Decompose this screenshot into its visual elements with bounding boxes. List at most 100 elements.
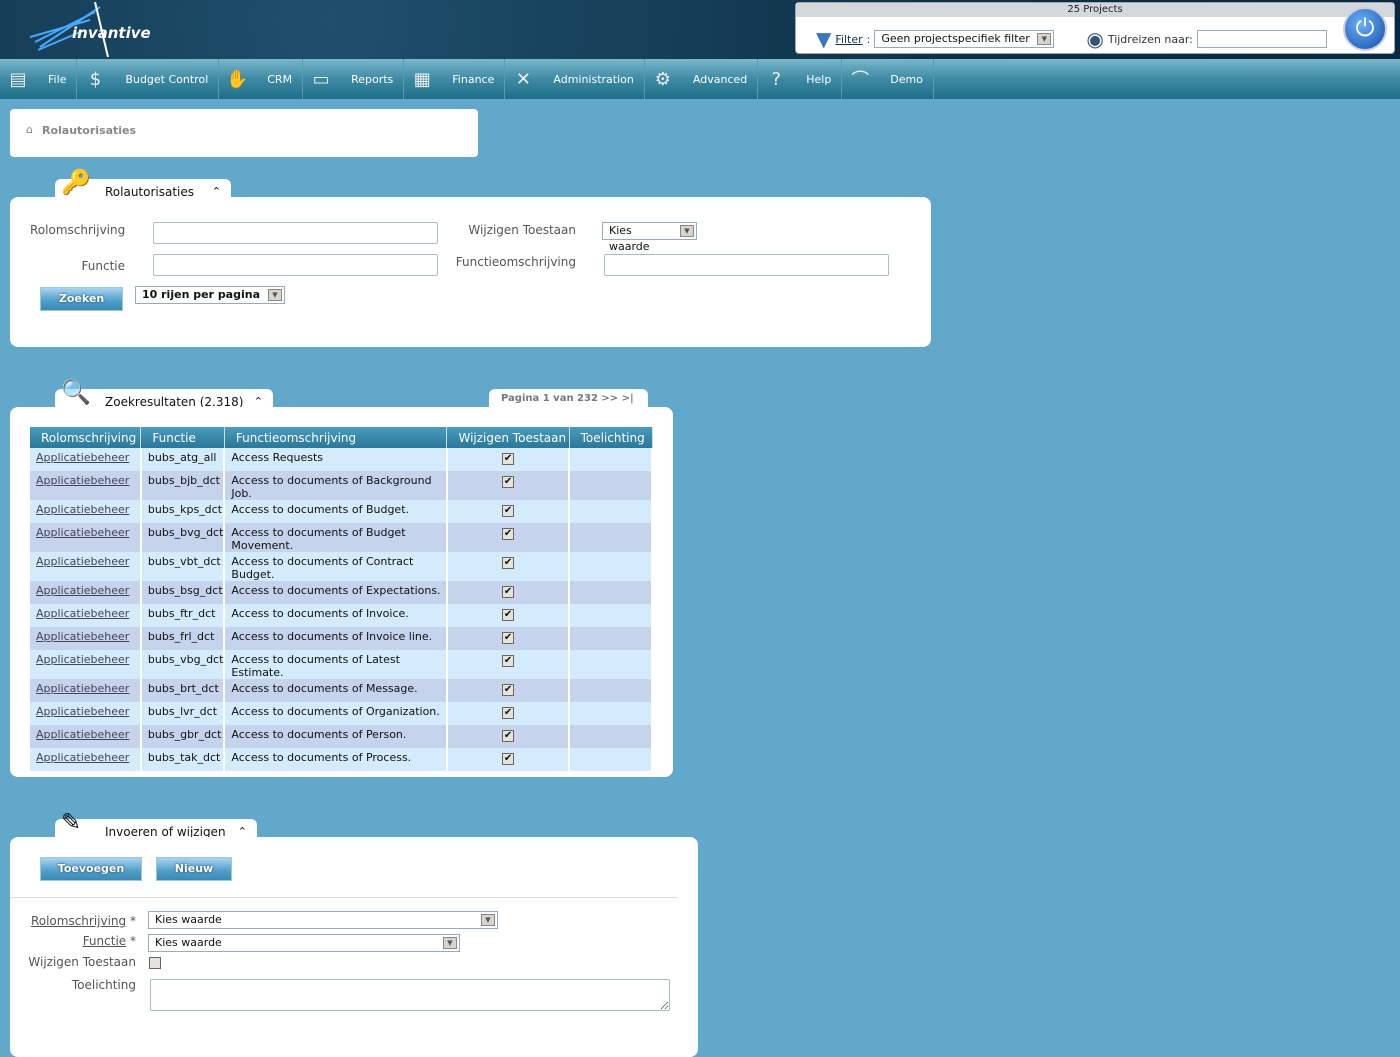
menu-help[interactable]: ? Help	[758, 59, 843, 99]
cell: ✔	[446, 471, 571, 500]
filter-select[interactable]: Geen projectspecifiek filter ▼	[874, 30, 1055, 48]
timetravel-input[interactable]	[1196, 30, 1327, 48]
zoeken-button[interactable]: Zoeken	[40, 287, 123, 311]
column-header[interactable]: Toelichting	[569, 427, 653, 448]
wijzigen-checkbox[interactable]: ✔	[502, 453, 515, 465]
rol-link[interactable]: Applicatiebeheer	[36, 682, 129, 695]
magnifier-icon: 🔍	[61, 378, 91, 406]
functie-link[interactable]: Functie	[83, 934, 126, 948]
cell	[569, 581, 653, 604]
menu-crm[interactable]: ✋ CRM	[219, 59, 304, 99]
filter-link[interactable]: Filter	[835, 33, 862, 46]
wijzigen-checkbox[interactable]: ✔	[502, 505, 515, 517]
rol-link[interactable]: Applicatiebeheer	[36, 728, 129, 741]
home-icon[interactable]: ⌂	[26, 123, 33, 136]
cell: Access to documents of Person.	[224, 725, 448, 748]
cell: Access to documents of Latest Estimate.	[224, 650, 448, 679]
rol-link[interactable]: Applicatiebeheer	[36, 630, 129, 643]
table-row: Applicatiebeheer bubs_ftr_dct Access to do…	[30, 604, 653, 627]
wijzigen-checkbox[interactable]: ✔	[502, 557, 515, 569]
cell: ✔	[446, 552, 571, 581]
invantive-logo: invantive	[29, 1, 151, 58]
table-row: Applicatiebeheer bubs_brt_dct Access to do…	[30, 679, 653, 702]
wijzigen-checkbox[interactable]: ✔	[502, 655, 515, 667]
cell: Applicatiebeheer	[30, 448, 142, 471]
cell	[569, 702, 653, 725]
rol-link[interactable]: Applicatiebeheer	[36, 526, 129, 539]
wijzigen-select[interactable]: Kies waarde ▼	[602, 222, 697, 253]
cell: Applicatiebeheer	[30, 650, 142, 679]
rol-link[interactable]: Applicatiebeheer	[36, 451, 129, 464]
functieomschrijving-input[interactable]	[604, 254, 889, 276]
handshake-icon: ✋	[226, 68, 249, 90]
timetravel-label: Tijdreizen naar:	[1107, 32, 1193, 46]
wijzigen-checkbox[interactable]: ✔	[502, 730, 515, 742]
functie-select[interactable]: Kies waarde ▼	[148, 934, 460, 952]
menu-reports[interactable]: ▭ Reports	[303, 59, 405, 99]
table-row: Applicatiebeheer bubs_lvr_dct Access to do…	[30, 702, 653, 725]
rol-link[interactable]: Applicatiebeheer	[36, 653, 129, 666]
cell: ✔	[446, 748, 571, 771]
rows-per-page-select[interactable]: 10 rijen per pagina ▼	[135, 286, 285, 304]
wijzigen-checkbox[interactable]: ✔	[502, 632, 515, 644]
rol-link[interactable]: Applicatiebeheer	[36, 555, 129, 568]
breadcrumb: ⌂ Rolautorisaties	[10, 109, 478, 157]
toevoegen-button[interactable]: Toevoegen	[40, 857, 142, 881]
calculator-icon: ▦	[413, 68, 431, 90]
wijzigen-checkbox[interactable]: ✔	[502, 586, 515, 598]
nieuw-button[interactable]: Nieuw	[156, 857, 232, 881]
cell	[569, 471, 653, 500]
menu-file[interactable]: ▤ File	[0, 59, 78, 99]
wijzigen-checkbox[interactable]: ✔	[502, 753, 515, 765]
demo-logo-icon: ⌒	[851, 70, 870, 91]
column-header[interactable]: Wijzigen Toestaan	[446, 427, 570, 448]
cell: bubs_ftr_dct	[140, 604, 226, 627]
toelichting-textarea[interactable]	[150, 979, 670, 1011]
rol-link[interactable]: Applicatiebeheer	[36, 751, 129, 764]
column-header[interactable]: Functieomschrijving	[224, 427, 448, 448]
cell: bubs_atg_all	[140, 448, 226, 471]
rolomschrijving-select[interactable]: Kies waarde ▼	[148, 911, 498, 929]
header-banner: invantive 25 Projects ▼ Filter: Geen pro…	[0, 0, 1400, 59]
help-icon: ?	[771, 68, 781, 90]
cell: Access to documents of Budget Movement.	[224, 523, 448, 552]
table-row: Applicatiebeheer bubs_kps_dct Access to do…	[30, 500, 653, 523]
cell: ✔	[446, 650, 571, 679]
rol-link[interactable]: Applicatiebeheer	[36, 584, 129, 597]
chevron-down-icon: ▼	[1037, 33, 1052, 45]
functie-input[interactable]	[153, 254, 438, 276]
column-header[interactable]: Rolomschrijving	[30, 427, 142, 448]
menu-demo[interactable]: ⌒ Demo	[842, 59, 934, 99]
menu-administration[interactable]: ✕ Administration	[505, 59, 645, 99]
rol-link[interactable]: Applicatiebeheer	[36, 474, 129, 487]
menu-budget-control[interactable]: $ Budget Control	[77, 59, 220, 99]
wijzigen-checkbox[interactable]: ✔	[502, 684, 515, 696]
cell: Applicatiebeheer	[30, 552, 142, 581]
cell: ✔	[446, 448, 571, 471]
rol-link[interactable]: Applicatiebeheer	[36, 607, 129, 620]
column-header[interactable]: Functie	[140, 427, 225, 448]
chevron-down-icon: ▼	[481, 914, 495, 926]
rol-link[interactable]: Applicatiebeheer	[36, 503, 129, 516]
cell: bubs_kps_dct	[140, 500, 226, 523]
menu-finance[interactable]: ▦ Finance	[404, 59, 506, 99]
cell: bubs_bvg_dct	[140, 523, 226, 552]
wijzigen-checkbox[interactable]: ✔	[502, 707, 515, 719]
cell	[569, 748, 653, 771]
main-menu: ▤ File $ Budget Control ✋ CRM ▭ Reports ▦ Fin…	[0, 59, 1400, 99]
cell: Access to documents of Expectations.	[224, 581, 448, 604]
menu-advanced[interactable]: ⚙ Advanced	[645, 59, 759, 99]
wijzigen-checkbox[interactable]	[149, 957, 161, 969]
rolomschrijving-input[interactable]	[153, 222, 438, 244]
rolomschrijving-link[interactable]: Rolomschrijving	[31, 914, 126, 928]
chevron-down-icon: ▼	[680, 225, 694, 237]
rol-link[interactable]: Applicatiebeheer	[36, 705, 129, 718]
timetravel-icon: ◉	[1086, 27, 1104, 51]
cell: Applicatiebeheer	[30, 725, 142, 748]
search-panel: Rolomschrijving Functie Wijzigen Toestaa…	[10, 197, 931, 347]
power-icon[interactable]: ⏻	[1343, 7, 1387, 51]
wijzigen-checkbox[interactable]: ✔	[502, 476, 515, 488]
wijzigen-checkbox[interactable]: ✔	[502, 528, 515, 540]
cell: ✔	[446, 523, 571, 552]
wijzigen-checkbox[interactable]: ✔	[502, 609, 515, 621]
